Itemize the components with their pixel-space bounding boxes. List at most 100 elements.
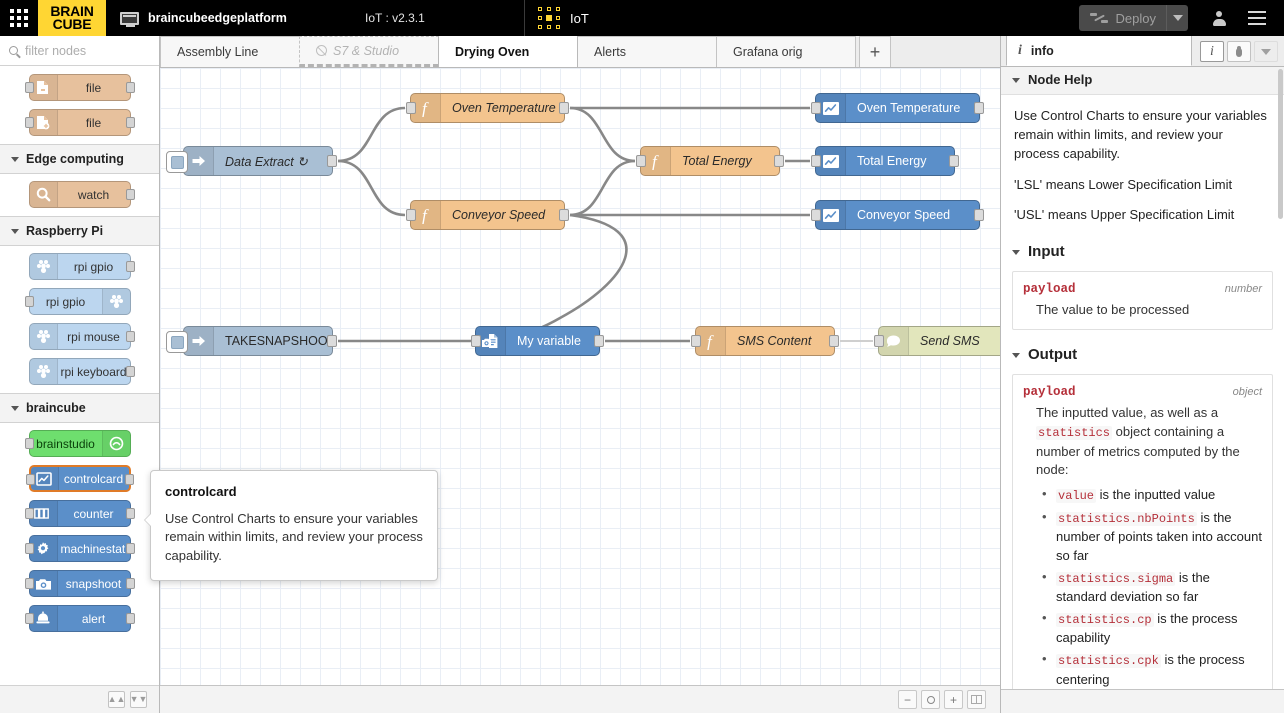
flow-node-total-energy-function[interactable]: f Total Energy xyxy=(640,146,780,176)
filter-nodes-input[interactable] xyxy=(25,44,145,58)
tab-drying-oven[interactable]: Drying Oven xyxy=(438,35,578,67)
node-input-port[interactable] xyxy=(636,155,646,167)
tab-alerts[interactable]: Alerts xyxy=(577,36,717,67)
node-output-port[interactable] xyxy=(559,209,569,221)
flow-canvas[interactable]: Data Extract ↻ f Oven Temperature f Conv… xyxy=(160,68,1000,685)
node-output-port[interactable] xyxy=(774,155,784,167)
tab-assembly-line[interactable]: Assembly Line xyxy=(160,36,300,67)
flow-node-total-energy-controlcard[interactable]: Total Energy xyxy=(815,146,955,176)
add-flow-tab-button[interactable]: + xyxy=(859,36,891,67)
deploy-dropdown-button[interactable] xyxy=(1166,5,1188,31)
palette-category-raspberry-pi[interactable]: Raspberry Pi xyxy=(0,216,159,246)
flow-node-my-variable[interactable]: My variable xyxy=(475,326,600,356)
palette-node-file-in[interactable]: file xyxy=(29,109,131,136)
node-input-port[interactable] xyxy=(691,335,701,347)
info-panel-button[interactable]: i xyxy=(1200,41,1224,62)
deploy-button[interactable]: Deploy xyxy=(1079,5,1188,31)
node-output-port[interactable] xyxy=(974,102,984,114)
node-input-port[interactable] xyxy=(874,335,884,347)
node-input-port[interactable] xyxy=(26,474,35,485)
deploy-main[interactable]: Deploy xyxy=(1079,5,1166,31)
main-menu-button[interactable] xyxy=(1240,0,1274,36)
node-output-port[interactable] xyxy=(559,102,569,114)
palette-node-file-out[interactable]: file xyxy=(29,74,131,101)
node-output-port[interactable] xyxy=(126,543,135,554)
inject-trigger-button[interactable] xyxy=(166,151,188,173)
tab-s7-studio[interactable]: S7 & Studio xyxy=(299,36,439,67)
palette-node-rpi-gpio-out[interactable]: rpi gpio xyxy=(29,288,131,315)
flow-node-conveyor-speed-controlcard[interactable]: Conveyor Speed xyxy=(815,200,980,230)
section-node-help[interactable]: Node Help xyxy=(1001,67,1284,95)
node-input-port[interactable] xyxy=(25,578,34,589)
palette-scroll-area[interactable]: file file xyxy=(0,66,159,685)
node-output-port[interactable] xyxy=(974,209,984,221)
node-output-port[interactable] xyxy=(125,474,134,485)
workspace-selector[interactable]: IoT xyxy=(524,0,589,36)
node-input-port[interactable] xyxy=(811,155,821,167)
inject-trigger-button[interactable] xyxy=(166,331,188,353)
zoom-in-button[interactable]: + xyxy=(944,690,963,709)
node-input-port[interactable] xyxy=(811,209,821,221)
node-input-port[interactable] xyxy=(25,117,34,128)
flow-node-conveyor-speed-function[interactable]: f Conveyor Speed xyxy=(410,200,565,230)
node-output-port[interactable] xyxy=(126,508,135,519)
section-input[interactable]: Input xyxy=(1001,237,1284,267)
palette-node-machinestatus[interactable]: machinestatus xyxy=(29,535,131,562)
node-input-port[interactable] xyxy=(25,296,34,307)
palette-node-rpi-mouse[interactable]: rpi mouse xyxy=(29,323,131,350)
palette-node-brainstudio[interactable]: brainstudio xyxy=(29,430,131,457)
expand-all-button[interactable]: ▼▼ xyxy=(130,691,147,708)
node-output-port[interactable] xyxy=(126,366,135,377)
flow-node-oven-temperature-function[interactable]: f Oven Temperature xyxy=(410,93,565,123)
palette-category-braincube[interactable]: braincube xyxy=(0,393,159,423)
zoom-reset-button[interactable] xyxy=(921,690,940,709)
tab-info[interactable]: i info xyxy=(1006,35,1192,66)
palette-search-bar[interactable] xyxy=(0,36,159,66)
palette-category-edge-computing[interactable]: Edge computing xyxy=(0,144,159,174)
flow-node-send-sms[interactable]: Send SMS xyxy=(878,326,1000,356)
node-input-port[interactable] xyxy=(25,82,34,93)
braincube-logo[interactable]: BRAIN CUBE xyxy=(38,0,106,36)
node-output-port[interactable] xyxy=(126,331,135,342)
node-input-port[interactable] xyxy=(811,102,821,114)
flow-node-takesnapshoot[interactable]: TAKESNAPSHOOT xyxy=(183,326,333,356)
node-input-port[interactable] xyxy=(406,102,416,114)
user-account-button[interactable] xyxy=(1202,0,1236,36)
info-scrollbar[interactable] xyxy=(1278,69,1283,219)
palette-node-rpi-gpio-in[interactable]: rpi gpio xyxy=(29,253,131,280)
apps-grid-button[interactable] xyxy=(0,0,38,36)
node-input-port[interactable] xyxy=(25,438,34,449)
node-output-port[interactable] xyxy=(949,155,959,167)
node-output-port[interactable] xyxy=(126,82,135,93)
node-output-port[interactable] xyxy=(126,578,135,589)
node-output-port[interactable] xyxy=(126,261,135,272)
node-output-port[interactable] xyxy=(594,335,604,347)
node-output-port[interactable] xyxy=(126,613,135,624)
flow-node-data-extract[interactable]: Data Extract ↻ xyxy=(183,146,333,176)
node-output-port[interactable] xyxy=(126,189,135,200)
sidebar-more-button[interactable] xyxy=(1254,41,1278,62)
palette-node-rpi-keyboard[interactable]: rpi keyboard xyxy=(29,358,131,385)
palette-node-counter[interactable]: counter xyxy=(29,500,131,527)
section-output[interactable]: Output xyxy=(1001,340,1284,370)
node-output-port[interactable] xyxy=(126,117,135,128)
node-input-port[interactable] xyxy=(406,209,416,221)
zoom-out-button[interactable]: − xyxy=(898,690,917,709)
debug-panel-button[interactable] xyxy=(1227,41,1251,62)
collapse-all-button[interactable]: ▲▲ xyxy=(108,691,125,708)
node-input-port[interactable] xyxy=(471,335,481,347)
node-input-port[interactable] xyxy=(25,543,34,554)
flow-node-sms-content[interactable]: f SMS Content xyxy=(695,326,835,356)
palette-node-alert[interactable]: alert xyxy=(29,605,131,632)
flow-node-oven-temperature-controlcard[interactable]: Oven Temperature xyxy=(815,93,980,123)
node-output-port[interactable] xyxy=(327,155,337,167)
navigator-button[interactable] xyxy=(967,690,986,709)
node-input-port[interactable] xyxy=(25,508,34,519)
info-panel-content[interactable]: Node Help Use Control Charts to ensure y… xyxy=(1001,67,1284,689)
node-output-port[interactable] xyxy=(829,335,839,347)
tab-grafana-orig[interactable]: Grafana orig xyxy=(716,36,856,67)
node-output-port[interactable] xyxy=(327,335,337,347)
palette-node-watch[interactable]: watch xyxy=(29,181,131,208)
node-input-port[interactable] xyxy=(25,613,34,624)
palette-node-snapshoot[interactable]: snapshoot xyxy=(29,570,131,597)
